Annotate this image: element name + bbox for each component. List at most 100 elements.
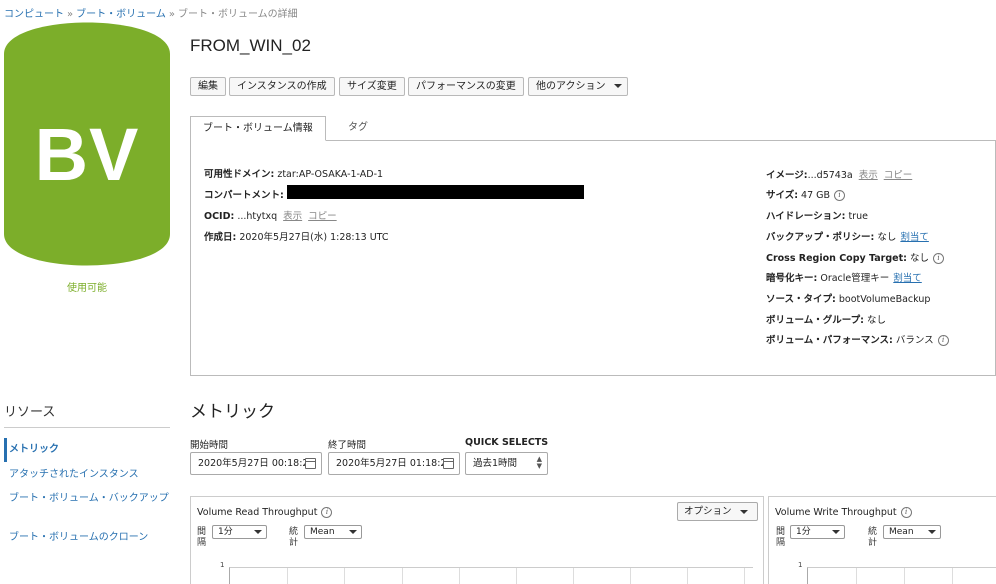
source-type-value: bootVolumeBackup [838,294,931,305]
resources-item-backups[interactable]: ブート・ボリューム・バックアップ [9,492,169,506]
resize-button[interactable]: サイズ変更 [339,77,405,96]
statistic-value: Mean [889,527,914,537]
y-axis-tick: 1 [220,561,225,569]
availability-domain-field: 可用性ドメイン: ztar:AP-OSAKA-1-AD-1 [204,166,383,180]
ocid-copy-link[interactable]: コピー [308,211,337,222]
gridline [856,568,857,584]
chart-plot-area [229,567,753,584]
gridline [744,568,745,584]
availability-domain-label: 可用性ドメイン: [204,169,275,180]
ocid-field: OCID: ...htytxq 表示 コピー [204,208,337,222]
cross-region-field: Cross Region Copy Target: なし i [766,250,944,264]
chart-title: Volume Write Throughput i [775,507,912,518]
boot-volume-icon-text: BV [34,113,140,196]
info-icon[interactable]: i [933,253,944,264]
gridline [344,568,345,584]
info-icon[interactable]: i [321,507,333,518]
backup-policy-label: バックアップ・ポリシー: [766,232,875,243]
chevron-down-icon [928,530,936,534]
image-field: イメージ:...d5743a 表示 コピー [766,167,912,181]
ocid-show-link[interactable]: 表示 [283,211,302,222]
options-label: オプション [684,506,732,517]
interval-value: 1分 [218,527,233,537]
statistic-select[interactable]: Mean [883,525,941,539]
encryption-key-field: 暗号化キー: Oracle管理キー 割当て [766,270,922,284]
gridline [459,568,460,584]
up-down-arrows-icon: ▲ ▼ [536,455,542,470]
compartment-field: コンパートメント: [204,187,284,201]
tab-tags[interactable]: タグ [336,116,380,141]
resources-divider [4,427,170,428]
end-time-input[interactable]: 2020年5月27日 01:18:2 [328,452,460,475]
interval-label: 間隔 [776,527,786,548]
info-icon[interactable]: i [937,335,949,346]
tab-boot-volume-info[interactable]: ブート・ボリューム情報 [190,116,326,141]
gridline [952,568,953,584]
statistic-select[interactable]: Mean [304,525,362,539]
image-label: イメージ: [766,170,808,181]
ocid-label: OCID: [204,211,235,222]
quick-selects-value: 過去1時間 [473,458,518,469]
interval-value: 1分 [796,527,811,537]
encryption-key-assign-link[interactable]: 割当て [893,273,922,284]
created-field: 作成日: 2020年5月27日(水) 1:28:13 UTC [204,229,389,243]
more-actions-label: 他のアクション [536,81,606,92]
created-label: 作成日: [204,232,237,243]
breadcrumb: コンピュート» ブート・ボリューム» ブート・ボリュームの詳細 [4,5,298,20]
breadcrumb-boot-volumes-link[interactable]: ブート・ボリューム [76,9,166,20]
calendar-icon[interactable] [305,458,316,469]
options-button[interactable]: オプション [677,502,758,521]
chevron-down-icon [254,530,262,534]
statistic-label: 統計 [289,527,299,548]
end-time-value: 2020年5月27日 01:18:2 [336,458,447,469]
interval-select[interactable]: 1分 [212,525,267,539]
create-instance-button[interactable]: インスタンスの作成 [229,77,335,96]
y-axis-tick: 1 [798,561,803,569]
gridline [630,568,631,584]
boot-volume-icon: BV [4,22,170,266]
statistic-label: 統計 [868,527,878,548]
start-time-input[interactable]: 2020年5月27日 00:18:2 [190,452,322,475]
cross-region-value: なし [909,253,929,264]
resources-item-attached-instances[interactable]: アタッチされたインスタンス [9,468,139,482]
chevron-down-icon [832,530,840,534]
size-value: 47 GB [801,190,831,201]
image-show-link[interactable]: 表示 [859,170,878,181]
availability-domain-value: ztar:AP-OSAKA-1-AD-1 [277,169,384,180]
breadcrumb-compute-link[interactable]: コンピュート [4,9,64,20]
info-icon[interactable]: i [834,190,846,201]
info-icon[interactable]: i [900,507,912,518]
encryption-key-value: Oracle管理キー [820,273,890,284]
resources-item-clones[interactable]: ブート・ボリュームのクローン [9,531,148,545]
gridline [287,568,288,584]
change-performance-button[interactable]: パフォーマンスの変更 [408,77,524,96]
backup-policy-value: なし [877,232,897,243]
calendar-icon[interactable] [443,458,454,469]
volume-group-field: ボリューム・グループ: なし [766,312,886,326]
resources-item-metrics[interactable]: メトリック [9,443,59,457]
chart-title-text: Volume Read Throughput [197,507,318,518]
resources-active-indicator [4,438,7,462]
interval-label: 間隔 [197,527,207,548]
gridline [516,568,517,584]
size-field: サイズ: 47 GB i [766,187,846,201]
interval-select[interactable]: 1分 [790,525,845,539]
resources-title: リソース [4,405,56,420]
source-type-field: ソース・タイプ: bootVolumeBackup [766,291,930,305]
breadcrumb-separator: » [67,9,74,20]
image-copy-link[interactable]: コピー [884,170,913,181]
volume-group-value: なし [866,315,886,326]
image-value: ...d5743a [807,170,853,181]
source-type-label: ソース・タイプ: [766,294,836,305]
gridline [687,568,688,584]
backup-policy-field: バックアップ・ポリシー: なし 割当て [766,229,929,243]
edit-button[interactable]: 編集 [190,77,226,96]
volume-performance-value: バランス [895,335,934,346]
chart-plot-area [807,567,996,584]
chevron-down-icon [349,530,357,534]
hydration-label: ハイドレーション: [766,211,846,222]
more-actions-button[interactable]: 他のアクション [528,77,628,96]
backup-policy-assign-link[interactable]: 割当て [900,232,929,243]
compartment-label: コンパートメント: [204,190,284,201]
quick-selects-dropdown[interactable]: 過去1時間 ▲ ▼ [465,452,548,475]
